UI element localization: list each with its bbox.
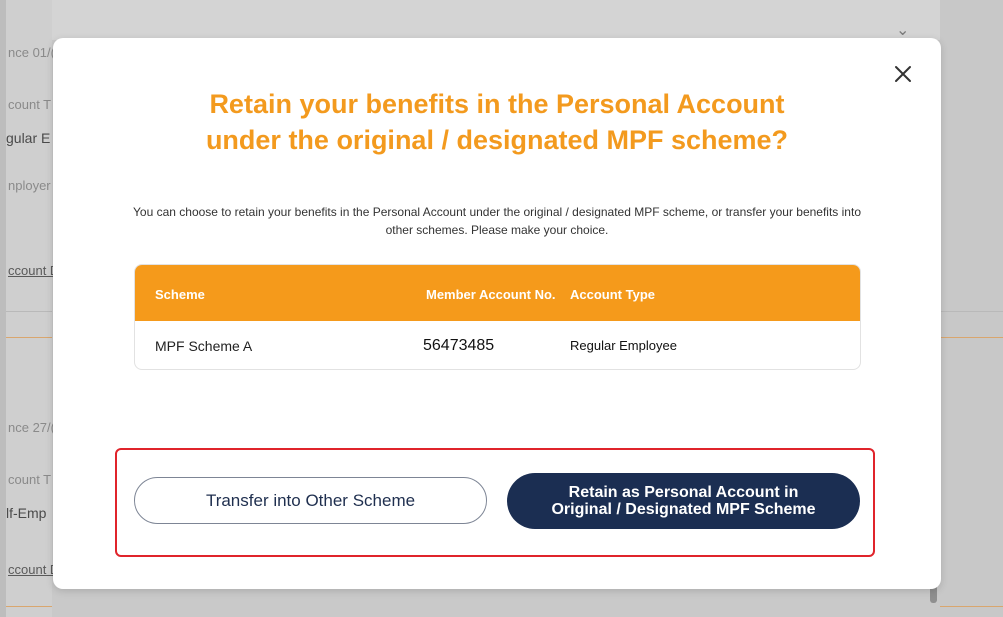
background-left-panel xyxy=(0,0,52,617)
cell-member-account-no: 56473485 xyxy=(423,337,495,354)
background-divider xyxy=(6,337,52,338)
modal-title-line1: Retain your benefits in the Personal Acc… xyxy=(209,89,785,119)
background-divider xyxy=(940,337,1003,338)
retain-as-personal-account-button[interactable]: Retain as Personal Account in Original /… xyxy=(507,473,860,529)
background-divider xyxy=(6,606,52,607)
background-right-panel xyxy=(940,0,1003,617)
background-text: nce 27/( xyxy=(8,420,55,435)
background-top-bar xyxy=(52,0,940,40)
background-chevron-down-icon: ⌄ xyxy=(896,22,910,39)
background-divider xyxy=(940,606,1003,607)
retain-button-label-line1: Retain as Personal Account in xyxy=(568,484,799,501)
modal-title-line2: under the original / designated MPF sche… xyxy=(205,125,789,155)
retain-button-label-line2: Original / Designated MPF Scheme xyxy=(551,501,816,518)
table-row: MPF Scheme A 56473485 Regular Employee xyxy=(135,321,860,369)
background-text: nployer xyxy=(8,178,51,193)
close-icon[interactable] xyxy=(891,62,915,86)
background-text: nce 01/( xyxy=(8,45,55,60)
cell-account-type: Regular Employee xyxy=(570,338,677,353)
background-link[interactable]: ccount D xyxy=(8,263,59,278)
scheme-table: Scheme Member Account No. Account Type M… xyxy=(134,264,861,370)
background-link[interactable]: ccount D xyxy=(8,562,59,577)
cell-scheme: MPF Scheme A xyxy=(155,338,253,354)
background-text: lf-Emp xyxy=(6,505,47,521)
background-text: gular E xyxy=(6,130,51,146)
modal-description: You can choose to retain your benefits i… xyxy=(133,205,861,237)
column-header-scheme: Scheme xyxy=(155,287,205,302)
table-header: Scheme Member Account No. Account Type xyxy=(135,265,860,321)
transfer-into-other-scheme-button[interactable]: Transfer into Other Scheme xyxy=(134,477,487,524)
background-text: count T xyxy=(8,472,52,487)
background-divider xyxy=(940,311,1003,312)
background-divider xyxy=(6,311,52,312)
column-header-account-type: Account Type xyxy=(570,287,655,302)
column-header-member-account-no: Member Account No. xyxy=(426,287,556,302)
background-text: count T xyxy=(8,97,52,112)
modal-title: Retain your benefits in the Personal Acc… xyxy=(53,86,941,158)
